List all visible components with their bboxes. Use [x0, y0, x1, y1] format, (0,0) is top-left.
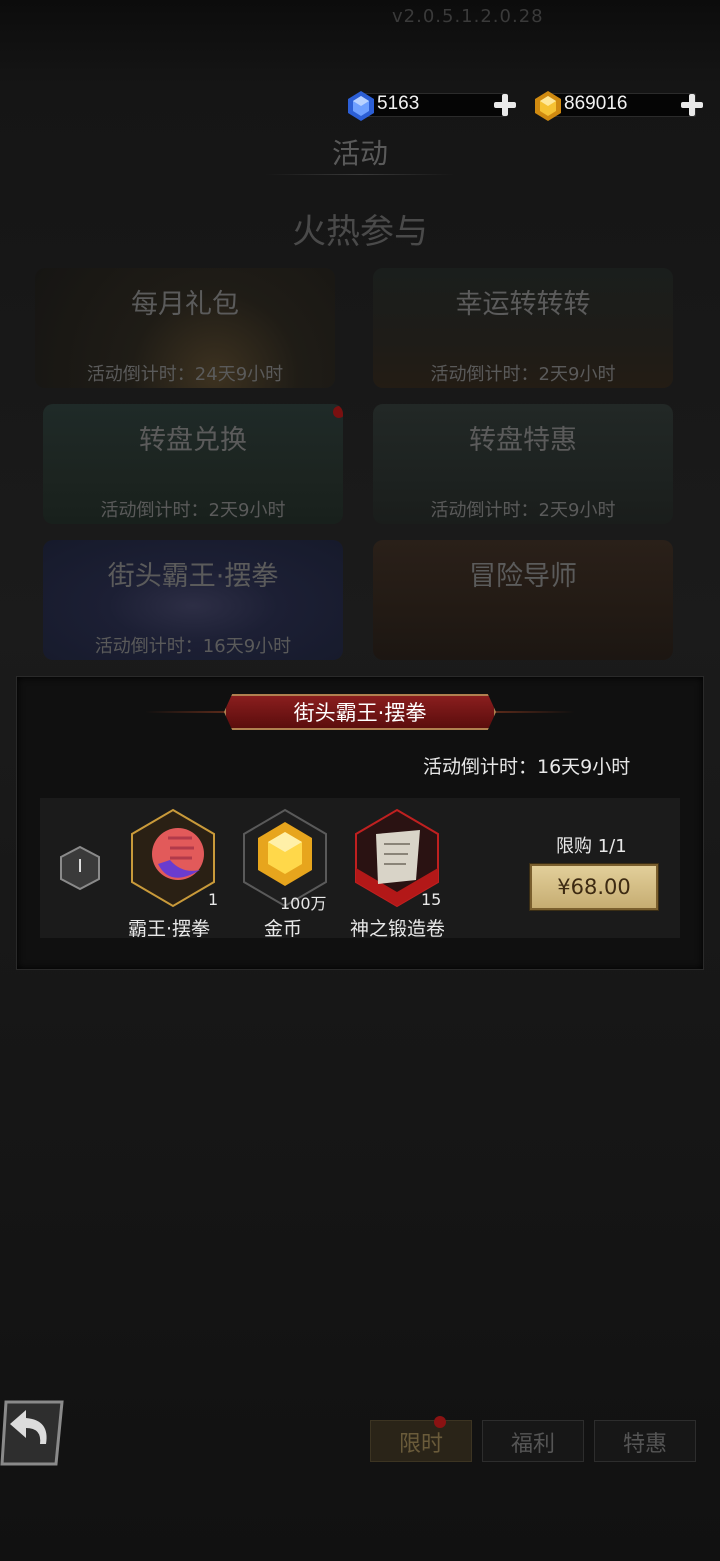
activity-name: 街头霸王·摆拳: [107, 561, 279, 592]
item-count: 1: [208, 890, 219, 909]
activity-name: 幸运转转转: [455, 289, 591, 320]
activity-card-wheel-special[interactable]: 转盘特惠 活动倒计时：2天9小时: [373, 404, 673, 524]
activity-timer: 活动倒计时：2天9小时: [430, 500, 616, 521]
banner-ornament-right: [495, 711, 575, 713]
activity-timer: 活动倒计时：16天9小时: [94, 636, 292, 657]
item-count: 15: [421, 890, 442, 909]
banner-ornament-left: [145, 711, 225, 713]
detail-timer: 活动倒计时：16天9小时: [423, 756, 631, 778]
activity-card-adventure-mentor[interactable]: 冒险导师: [373, 540, 673, 660]
activity-card-street-overlord[interactable]: 街头霸王·摆拳 活动倒计时：16天9小时: [43, 540, 343, 660]
add-gold-gem-button[interactable]: [680, 93, 704, 117]
purchase-limit: 限购 1/1: [556, 836, 627, 857]
tier-badge-label: I: [77, 856, 83, 877]
activity-card-wheel-exchange[interactable]: 转盘兑换 活动倒计时：2天9小时: [43, 404, 343, 524]
activity-name: 转盘兑换: [139, 425, 247, 456]
activity-timer: 活动倒计时：2天9小时: [100, 500, 286, 521]
blue-gem-amount: 5163: [377, 93, 420, 114]
version-text: v2.0.5.1.2.0.28: [392, 6, 544, 27]
page-title: 活动: [331, 137, 388, 170]
gold-gem-amount: 869016: [564, 93, 628, 114]
item-name: 金币: [264, 918, 303, 940]
item-count: 100万: [280, 894, 327, 913]
back-arrow-icon[interactable]: [0, 1398, 66, 1468]
activity-card-lucky-spin[interactable]: 幸运转转转 活动倒计时：2天9小时: [373, 268, 673, 388]
notification-dot: [434, 1416, 446, 1428]
top-band: [0, 0, 720, 84]
notification-dot: [333, 406, 343, 418]
activity-name: 冒险导师: [469, 561, 577, 592]
add-blue-gem-button[interactable]: [493, 93, 517, 117]
section-title: 火热参与: [292, 212, 428, 252]
fist-icon[interactable]: [130, 808, 216, 908]
currency-gold-gem: 869016: [532, 90, 707, 121]
activity-name: 转盘特惠: [469, 425, 577, 456]
tab-special-offer-label: 特惠: [622, 1432, 667, 1457]
activity-name: 每月礼包: [131, 289, 239, 320]
title-divider: [265, 174, 455, 175]
tab-limited-label: 限时: [398, 1432, 443, 1457]
gold-gem-icon: [535, 91, 561, 121]
tab-welfare-label: 福利: [510, 1432, 555, 1457]
buy-price: ¥68.00: [557, 875, 631, 899]
activity-timer: 活动倒计时：24天9小时: [86, 364, 284, 385]
item-name: 神之锻造卷: [350, 918, 444, 940]
currency-blue-gem: 5163: [345, 90, 520, 121]
banner-title: 街头霸王·摆拳: [293, 701, 427, 725]
item-name: 霸王·摆拳: [128, 918, 211, 940]
activity-timer: 活动倒计时：2天9小时: [430, 364, 616, 385]
activity-card-monthly-pack[interactable]: 每月礼包 活动倒计时：24天9小时: [35, 268, 335, 388]
blue-gem-icon: [348, 91, 374, 121]
